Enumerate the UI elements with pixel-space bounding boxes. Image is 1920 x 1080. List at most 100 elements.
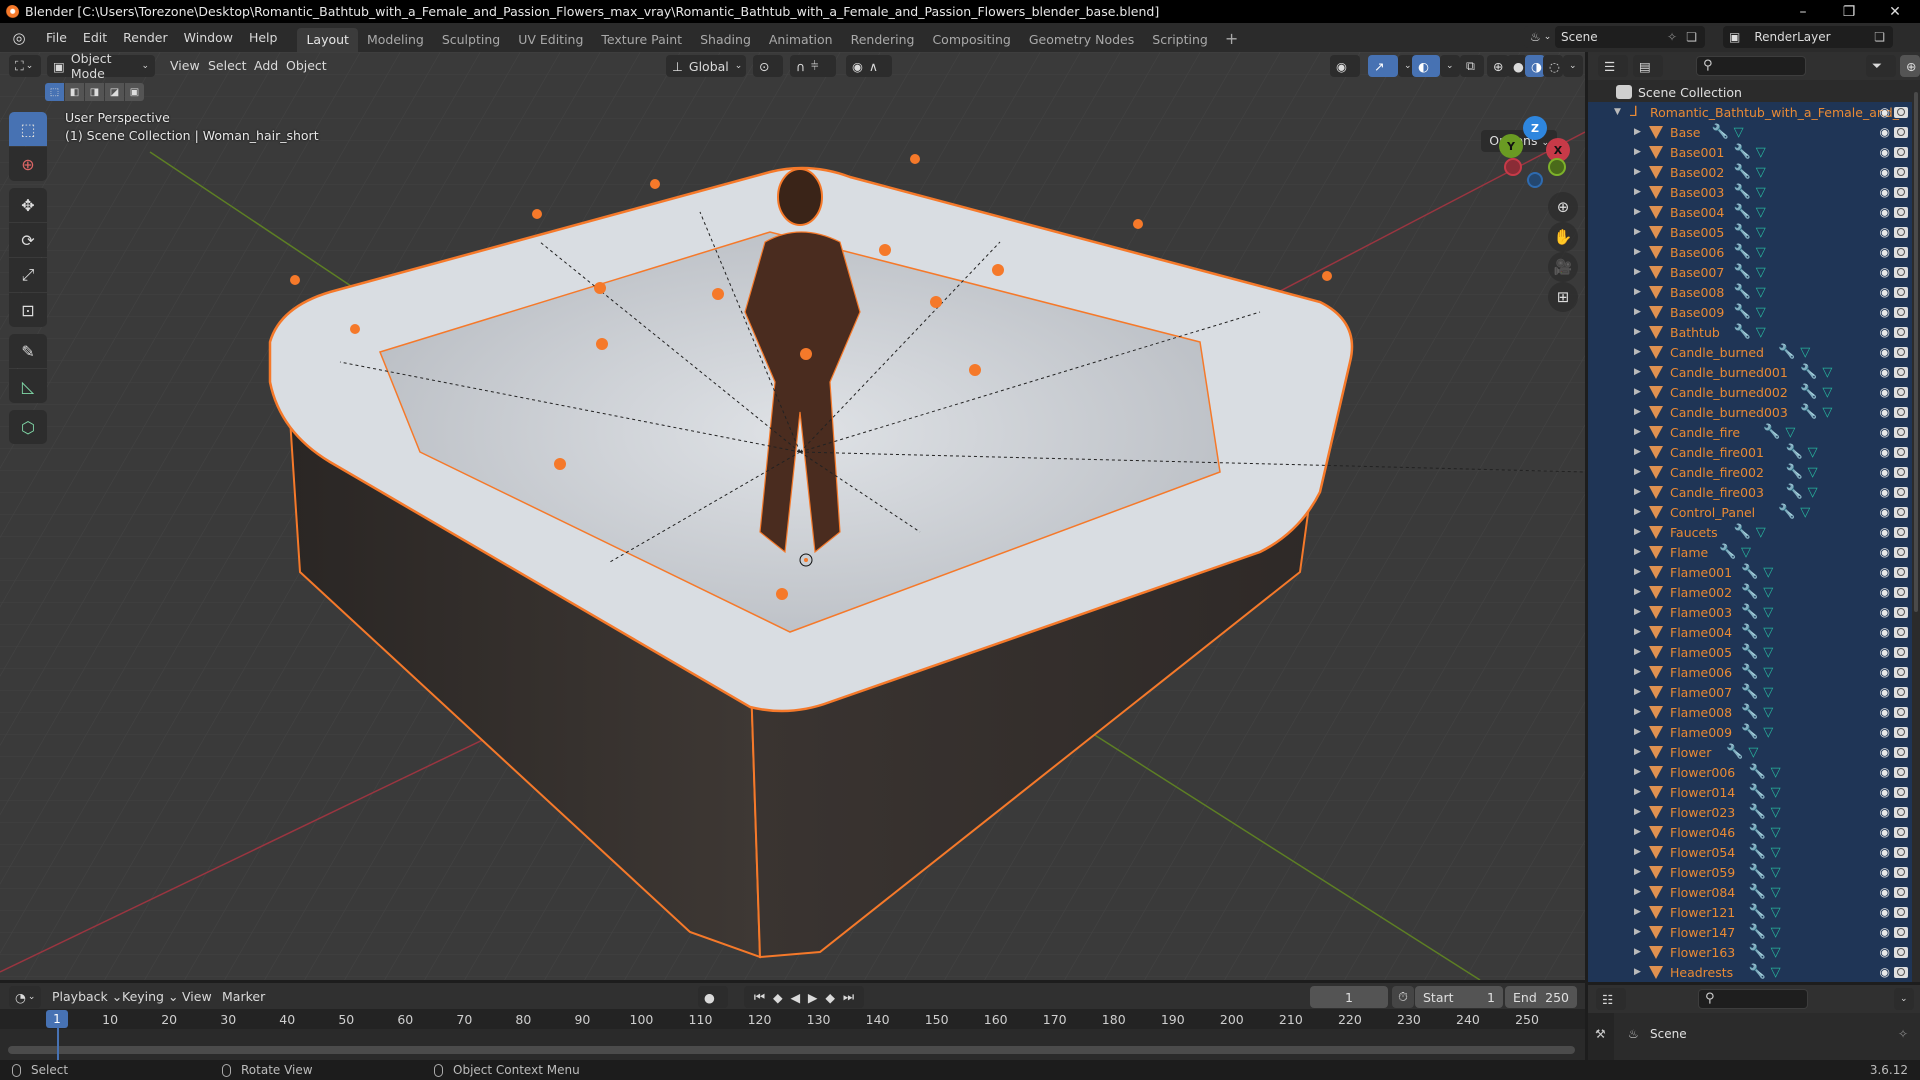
eye-icon[interactable]: ◉ bbox=[1880, 945, 1890, 959]
wrench-modifier-icon[interactable]: 🔧 bbox=[1749, 884, 1766, 900]
select-intersect-icon[interactable]: ▣ bbox=[125, 83, 144, 101]
expand-arrow-icon[interactable]: ▶ bbox=[1634, 807, 1641, 817]
overlays-toggle[interactable]: ◐ bbox=[1412, 55, 1440, 77]
camera-render-icon[interactable] bbox=[1894, 926, 1908, 938]
eye-icon[interactable]: ◉ bbox=[1880, 285, 1890, 299]
timeline-menu-marker[interactable]: Marker bbox=[216, 986, 271, 1008]
eye-icon[interactable]: ◉ bbox=[1880, 545, 1890, 559]
outliner-object-row[interactable]: ▶ Flower059 🔧 ▽ ◉ bbox=[1588, 862, 1912, 882]
mesh-data-icon[interactable]: ▽ bbox=[1756, 285, 1766, 300]
new-collection-button[interactable]: ⊕ bbox=[1900, 55, 1920, 77]
tab-animation[interactable]: Animation bbox=[760, 28, 842, 52]
zoom-view-button[interactable]: ⊕ bbox=[1548, 192, 1578, 222]
eye-icon[interactable]: ◉ bbox=[1880, 505, 1890, 519]
scene-name-field[interactable]: Scene ✧ ❏ bbox=[1555, 26, 1705, 48]
camera-render-icon[interactable] bbox=[1894, 906, 1908, 918]
camera-render-icon[interactable] bbox=[1894, 746, 1908, 758]
eye-icon[interactable]: ◉ bbox=[1880, 845, 1890, 859]
expand-arrow-icon[interactable]: ▶ bbox=[1634, 667, 1641, 677]
mesh-data-icon[interactable]: ▽ bbox=[1771, 965, 1781, 980]
camera-render-icon[interactable] bbox=[1894, 686, 1908, 698]
cursor-tool[interactable]: ⊕ bbox=[9, 147, 47, 181]
add-workspace-button[interactable]: + bbox=[1217, 28, 1246, 52]
eye-icon[interactable]: ◉ bbox=[1880, 905, 1890, 919]
select-subtract-icon[interactable]: ◨ bbox=[85, 83, 104, 101]
expand-arrow-icon[interactable]: ▶ bbox=[1634, 887, 1641, 897]
camera-render-icon[interactable] bbox=[1894, 106, 1908, 118]
mesh-data-icon[interactable]: ▽ bbox=[1756, 185, 1766, 200]
viewport-menu-select[interactable]: Select bbox=[202, 55, 253, 77]
gizmo-neg-x[interactable] bbox=[1504, 158, 1522, 176]
wrench-modifier-icon[interactable]: 🔧 bbox=[1749, 944, 1766, 960]
timeline-editor-type-button[interactable]: ◔ ⌄ bbox=[9, 986, 41, 1008]
select-extend-icon[interactable]: ◧ bbox=[65, 83, 84, 101]
ortho-toggle-button[interactable]: ⊞ bbox=[1548, 282, 1578, 312]
scene-collection-row[interactable]: Scene Collection bbox=[1588, 82, 1912, 102]
eye-icon[interactable]: ◉ bbox=[1880, 605, 1890, 619]
wrench-modifier-icon[interactable]: 🔧 bbox=[1741, 584, 1758, 600]
camera-render-icon[interactable] bbox=[1894, 506, 1908, 518]
timeline-editor[interactable]: ◔ ⌄ Playback ⌄ Keying ⌄ View Marker ● ⏮ ◆… bbox=[0, 983, 1585, 1060]
wrench-modifier-icon[interactable]: 🔧 bbox=[1741, 724, 1758, 740]
wrench-modifier-icon[interactable]: 🔧 bbox=[1749, 764, 1766, 780]
add-cube-tool[interactable]: ⬡ bbox=[9, 410, 47, 444]
display-mode-dropdown[interactable]: ▤ bbox=[1633, 55, 1663, 77]
mesh-data-icon[interactable]: ▽ bbox=[1808, 445, 1818, 460]
outliner-object-row[interactable]: ▶ Base003 🔧 ▽ ◉ bbox=[1588, 182, 1912, 202]
expand-arrow-icon[interactable]: ▶ bbox=[1634, 867, 1641, 877]
expand-arrow-icon[interactable]: ▶ bbox=[1634, 767, 1641, 777]
camera-render-icon[interactable] bbox=[1894, 306, 1908, 318]
expand-arrow-icon[interactable]: ▶ bbox=[1634, 447, 1641, 457]
mesh-data-icon[interactable]: ▽ bbox=[1756, 305, 1766, 320]
camera-render-icon[interactable] bbox=[1894, 766, 1908, 778]
outliner-object-row[interactable]: ▶ Control_Panel 🔧 ▽ ◉ bbox=[1588, 502, 1912, 522]
mesh-data-icon[interactable]: ▽ bbox=[1771, 865, 1781, 880]
eye-icon[interactable]: ◉ bbox=[1880, 685, 1890, 699]
properties-search-input[interactable]: ⚲ bbox=[1698, 989, 1808, 1009]
wrench-modifier-icon[interactable]: 🔧 bbox=[1726, 744, 1743, 760]
jump-end-icon[interactable]: ⏭ bbox=[843, 989, 854, 1005]
camera-render-icon[interactable] bbox=[1894, 526, 1908, 538]
eye-icon[interactable]: ◉ bbox=[1880, 525, 1890, 539]
expand-arrow-icon[interactable]: ▶ bbox=[1634, 787, 1641, 797]
wrench-modifier-icon[interactable]: 🔧 bbox=[1749, 964, 1766, 980]
camera-render-icon[interactable] bbox=[1894, 826, 1908, 838]
transform-tool[interactable]: ⊡ bbox=[9, 293, 47, 327]
tab-compositing[interactable]: Compositing bbox=[923, 28, 1019, 52]
expand-arrow-icon[interactable]: ▶ bbox=[1634, 607, 1641, 617]
expand-arrow-icon[interactable]: ▶ bbox=[1634, 627, 1641, 637]
expand-arrow-icon[interactable]: ▶ bbox=[1634, 287, 1641, 297]
outliner-object-row[interactable]: ▶ Base001 🔧 ▽ ◉ bbox=[1588, 142, 1912, 162]
expand-arrow-icon[interactable]: ▶ bbox=[1634, 187, 1641, 197]
shading-wireframe[interactable]: ⊕ bbox=[1487, 55, 1509, 77]
eye-icon[interactable]: ◉ bbox=[1880, 825, 1890, 839]
mesh-data-icon[interactable]: ▽ bbox=[1771, 825, 1781, 840]
mesh-data-icon[interactable]: ▽ bbox=[1763, 705, 1773, 720]
mesh-data-icon[interactable]: ▽ bbox=[1771, 785, 1781, 800]
eye-icon[interactable]: ◉ bbox=[1880, 185, 1890, 199]
mesh-data-icon[interactable]: ▽ bbox=[1741, 545, 1751, 560]
camera-render-icon[interactable] bbox=[1894, 706, 1908, 718]
blender-menu-icon[interactable]: ◎ bbox=[10, 29, 28, 47]
mesh-data-icon[interactable]: ▽ bbox=[1734, 125, 1744, 140]
camera-render-icon[interactable] bbox=[1894, 266, 1908, 278]
outliner-object-row[interactable]: ▶ Candle_burned001 🔧 ▽ ◉ bbox=[1588, 362, 1912, 382]
eye-icon[interactable]: ◉ bbox=[1880, 445, 1890, 459]
mesh-data-icon[interactable]: ▽ bbox=[1763, 725, 1773, 740]
outliner-object-row[interactable]: ▶ Base005 🔧 ▽ ◉ bbox=[1588, 222, 1912, 242]
editor-type-button[interactable]: ⛶ ⌄ bbox=[9, 55, 41, 77]
eye-icon[interactable]: ◉ bbox=[1880, 465, 1890, 479]
camera-render-icon[interactable] bbox=[1894, 166, 1908, 178]
expand-arrow-icon[interactable]: ▶ bbox=[1634, 707, 1641, 717]
expand-arrow-icon[interactable]: ▶ bbox=[1634, 167, 1641, 177]
camera-render-icon[interactable] bbox=[1894, 486, 1908, 498]
wrench-modifier-icon[interactable]: 🔧 bbox=[1741, 664, 1758, 680]
eye-icon[interactable]: ◉ bbox=[1880, 965, 1890, 979]
outliner-object-row[interactable]: ▶ Flame008 🔧 ▽ ◉ bbox=[1588, 702, 1912, 722]
wrench-modifier-icon[interactable]: 🔧 bbox=[1734, 164, 1751, 180]
gizmo-y-axis[interactable]: Y bbox=[1499, 134, 1523, 158]
wrench-modifier-icon[interactable]: 🔧 bbox=[1741, 704, 1758, 720]
camera-render-icon[interactable] bbox=[1894, 226, 1908, 238]
outliner-object-row[interactable]: ▶ Flame001 🔧 ▽ ◉ bbox=[1588, 562, 1912, 582]
wrench-modifier-icon[interactable]: 🔧 bbox=[1786, 444, 1803, 460]
